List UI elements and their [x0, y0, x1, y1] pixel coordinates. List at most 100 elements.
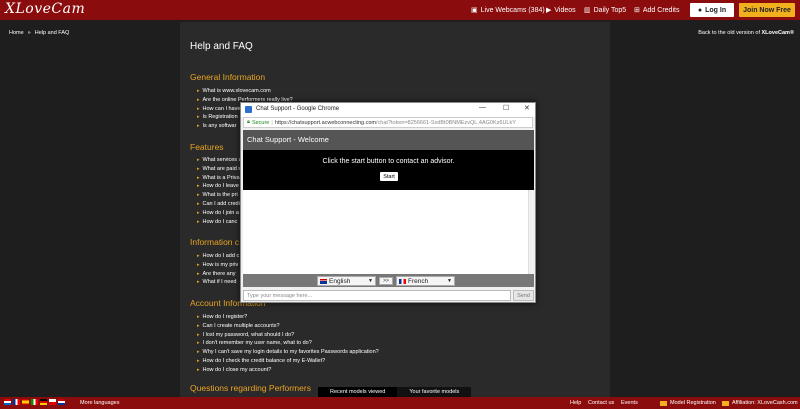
nav-live-webcams[interactable]: ▣ Live Webcams (384) — [471, 0, 545, 20]
nav-add-credits[interactable]: ⊞ Add Credits — [634, 0, 679, 20]
chat-support-window: Chat Support - Google Chrome — ☐ ✕ 🔒︎ Se… — [240, 102, 536, 303]
breadcrumb: Home » Help and FAQ — [9, 30, 69, 36]
chat-message-area — [243, 190, 534, 274]
faq-item[interactable]: What is the pri — [197, 191, 242, 200]
flag-icon[interactable] — [58, 399, 65, 405]
breadcrumb-separator: » — [27, 30, 31, 36]
breadcrumb-current: Help and FAQ — [34, 30, 70, 36]
faq-item[interactable]: I lost my password, what should I do? — [197, 331, 379, 340]
close-icon[interactable]: ✕ — [524, 104, 530, 112]
nav-daily-top5[interactable]: ▥ Daily Top5 — [584, 0, 626, 20]
faq-list-information: How do I add c How is my priv Are there … — [197, 252, 240, 287]
swap-language-button[interactable]: >> — [379, 277, 393, 285]
faq-item[interactable]: What if I need — [197, 278, 239, 287]
nav-videos-label: Videos — [554, 6, 576, 14]
faq-item[interactable]: How do I canc — [197, 218, 242, 227]
affiliation-label: Affiliation: XLoveCash.com — [732, 400, 798, 406]
window-title-bar[interactable]: Chat Support - Google Chrome — ☐ ✕ — [241, 103, 535, 117]
faq-list-features: What services a What are paid s What is … — [197, 156, 242, 226]
chat-intro-panel: Click the start button to contact an adv… — [243, 150, 534, 190]
flag-icon[interactable] — [4, 399, 11, 405]
faq-list-account: How do I register? Can I create multiple… — [197, 313, 379, 375]
section-title-information: Information c — [190, 237, 240, 247]
chat-message-input[interactable]: Type your message here... — [243, 290, 511, 301]
section-title-general: General Information — [190, 72, 266, 82]
bar-chart-icon: ▥ — [584, 7, 591, 14]
flag-icon[interactable] — [13, 399, 20, 405]
nav-live-webcams-label: Live Webcams (384) — [480, 6, 545, 14]
target-language-select[interactable]: French ▼ — [396, 276, 455, 286]
minimize-icon[interactable]: — — [479, 104, 486, 111]
old-version-link[interactable]: Back to the old version of XLoveCam® — [698, 30, 794, 36]
flag-icon[interactable] — [31, 399, 38, 405]
faq-item[interactable]: How do I close my account? — [197, 366, 379, 375]
webcam-icon: ▣ — [471, 7, 478, 14]
section-title-performers: Questions regarding Performers — [190, 383, 311, 393]
plus-icon: ⊞ — [634, 7, 640, 14]
old-version-site: XLoveCam® — [761, 30, 794, 36]
nav-add-credits-label: Add Credits — [642, 6, 680, 14]
model-registration-label: Model Registration — [670, 400, 716, 406]
model-registration-link[interactable]: Model Registration — [660, 398, 716, 408]
faq-item[interactable]: Can I add credi — [197, 200, 242, 209]
footer-help-link[interactable]: Help — [570, 400, 581, 406]
login-button-label: Log In — [705, 6, 727, 14]
tab-favorite-models[interactable]: Your favorite models — [397, 387, 472, 397]
chat-header: Chat Support - Welcome — [243, 130, 534, 150]
login-button[interactable]: ● Log In — [690, 3, 734, 17]
faq-item[interactable]: What services a — [197, 156, 242, 165]
start-chat-button[interactable]: Start — [380, 172, 398, 181]
more-languages-link[interactable]: More languages — [80, 400, 119, 406]
site-logo[interactable]: XLoveCam — [5, 1, 85, 17]
flag-icon[interactable] — [40, 399, 47, 405]
faq-item[interactable]: Are there any — [197, 270, 239, 279]
url-host: https://chatsupport.acwebconnecting.com — [274, 119, 377, 126]
uk-flag-icon — [320, 278, 327, 284]
chevron-down-icon: ▼ — [368, 278, 373, 284]
flag-icon[interactable] — [22, 399, 29, 405]
nav-daily-top5-label: Daily Top5 — [593, 6, 627, 14]
page-title: Help and FAQ — [190, 41, 253, 52]
faq-item[interactable]: Why I can't save my login details to my … — [197, 348, 379, 357]
faq-item[interactable]: How do I join a — [197, 209, 242, 218]
faq-item[interactable]: What are paid s — [197, 165, 242, 174]
url-text: https://chatsupport.acwebconnecting.com/… — [275, 120, 516, 126]
nav-videos[interactable]: ▶ Videos — [546, 0, 576, 20]
footer-contact-link[interactable]: Contact us — [588, 400, 614, 406]
faq-item[interactable]: How do I check the credit balance of my … — [197, 357, 379, 366]
flag-icon[interactable] — [49, 399, 56, 405]
join-button[interactable]: Join Now Free — [739, 3, 795, 17]
france-flag-icon — [399, 278, 406, 284]
faq-item[interactable]: What is www.xlovecam.com — [197, 87, 293, 96]
models-tabs: Recent models viewed Your favorite model… — [318, 387, 472, 397]
target-language-value: French — [408, 277, 429, 285]
section-title-features: Features — [190, 142, 224, 152]
top-header: XLoveCam ▣ Live Webcams (384) ▶ Videos ▥… — [0, 0, 800, 20]
faq-item[interactable]: How is my priv — [197, 261, 239, 270]
chat-intro-message: Click the start button to contact an adv… — [322, 158, 455, 165]
faq-item[interactable]: Can I create multiple accounts? — [197, 322, 379, 331]
source-language-select[interactable]: English ▼ — [317, 276, 376, 286]
model-icon — [660, 400, 667, 406]
video-icon: ▶ — [546, 7, 552, 14]
footer-events-link[interactable]: Events — [621, 400, 638, 406]
footer-bar: More languages Help Contact us Events Mo… — [0, 397, 800, 409]
chat-scrollbar[interactable] — [528, 190, 534, 274]
language-bar: English ▼ >> French ▼ — [243, 274, 534, 287]
faq-item[interactable]: How do I leave — [197, 182, 242, 191]
url-divider: | — [271, 119, 273, 126]
affiliation-link[interactable]: Affiliation: XLoveCash.com — [722, 398, 798, 408]
faq-item[interactable]: What is a Priva — [197, 174, 242, 183]
breadcrumb-home[interactable]: Home — [9, 30, 24, 36]
user-icon: ● — [697, 6, 703, 14]
language-flags — [4, 399, 65, 405]
old-version-prefix: Back to the old version of — [698, 30, 762, 36]
send-button[interactable]: Send — [513, 290, 534, 301]
tab-recent-models[interactable]: Recent models viewed — [318, 387, 398, 397]
maximize-icon[interactable]: ☐ — [503, 104, 509, 112]
faq-item[interactable]: How do I register? — [197, 313, 379, 322]
address-bar[interactable]: 🔒︎ Secure | https://chatsupport.acwebcon… — [243, 117, 533, 128]
chrome-app-icon — [245, 106, 252, 113]
faq-item[interactable]: I don't remember my user name, what to d… — [197, 339, 379, 348]
faq-item[interactable]: How do I add c — [197, 252, 240, 261]
